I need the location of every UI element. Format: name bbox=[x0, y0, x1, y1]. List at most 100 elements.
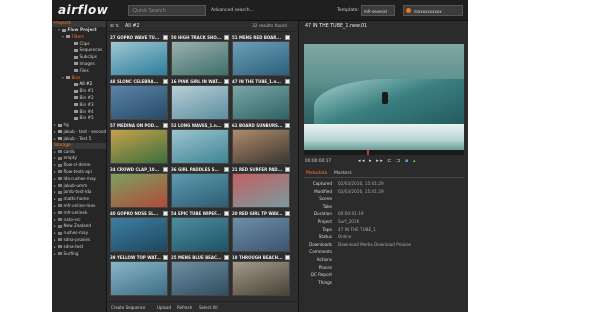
rewind-icon[interactable]: ◂◂ bbox=[358, 158, 366, 164]
clip-thumbnail[interactable] bbox=[110, 261, 168, 296]
clip-thumbnail[interactable] bbox=[110, 85, 168, 120]
storage-item[interactable]: ▸ mfr-onlinek bbox=[52, 210, 106, 217]
clip-thumbnail[interactable] bbox=[171, 261, 229, 296]
project-tree-item[interactable]: Subclips bbox=[52, 54, 106, 61]
clip-tile[interactable]: 36 GIRL PADDLES S... bbox=[171, 166, 230, 209]
clip-tile[interactable]: 27 GOPRO WAVE TU... bbox=[110, 34, 169, 77]
metadata-value[interactable]: Download Media Download Proxies bbox=[338, 242, 411, 248]
clip-thumbnail[interactable] bbox=[110, 217, 168, 252]
forward-icon[interactable]: ▸▸ bbox=[376, 158, 384, 164]
clip-tile[interactable]: 50 HIGH TRACK SHO... bbox=[171, 34, 230, 77]
clip-tile[interactable]: 57 MEDINA ON POD... bbox=[110, 122, 169, 165]
storage-item[interactable]: ▸ jamb-test-lda bbox=[52, 189, 106, 196]
clip-thumbnail[interactable] bbox=[171, 41, 229, 76]
project-tree-item[interactable]: All #2 bbox=[52, 81, 106, 88]
clip-checkbox[interactable] bbox=[285, 211, 290, 216]
project-tree-item[interactable]: Bin #2 bbox=[52, 95, 106, 102]
project-tree-item[interactable]: Bin #1 bbox=[52, 88, 106, 95]
clip-thumbnail[interactable] bbox=[171, 173, 229, 208]
storage-item[interactable]: ▸ jakub-umm bbox=[52, 183, 106, 190]
select-all-button[interactable]: Select All bbox=[199, 305, 218, 310]
storage-item[interactable]: ▸ flow-tests-api bbox=[52, 169, 106, 176]
clip-tile[interactable]: 16 PINK GIRL IN WAT... bbox=[171, 78, 230, 121]
clip-thumbnail[interactable] bbox=[171, 129, 229, 164]
tab-metadata[interactable]: Metadata bbox=[306, 171, 327, 176]
storage-item[interactable]: ▸ rushes-may bbox=[52, 230, 106, 237]
clip-checkbox[interactable] bbox=[163, 79, 168, 84]
clip-tile[interactable]: 48 SLONC CELEBRA... bbox=[110, 78, 169, 121]
mark-out-icon[interactable]: ⊐ bbox=[396, 158, 402, 164]
clip-checkbox[interactable] bbox=[163, 255, 168, 260]
project-tree-item[interactable]: Bin #5 bbox=[52, 115, 106, 122]
storage-item[interactable]: ▸ mfr-online-mov bbox=[52, 203, 106, 210]
clip-checkbox[interactable] bbox=[163, 167, 168, 172]
project-tree-item[interactable]: Bin #3 bbox=[52, 102, 106, 109]
storage-item[interactable]: ▸ lda-rushes-may bbox=[52, 176, 106, 183]
storage-item[interactable]: ▸ New Zealand bbox=[52, 223, 106, 230]
storage-item[interactable]: ▸ Surfing bbox=[52, 251, 106, 258]
quick-search-input[interactable]: Quick Search bbox=[128, 5, 206, 16]
clip-checkbox[interactable] bbox=[224, 255, 229, 260]
clip-checkbox[interactable] bbox=[224, 167, 229, 172]
project-tree-item[interactable]: Files bbox=[52, 68, 106, 75]
project-tree-item[interactable]: Clips bbox=[52, 41, 106, 48]
project-tree-item[interactable]: Images bbox=[52, 61, 106, 68]
storage-item[interactable]: ▸ sdna-proxies bbox=[52, 237, 106, 244]
clip-checkbox[interactable] bbox=[224, 35, 229, 40]
clip-tile[interactable]: 39 YELLOW TOP WAT... bbox=[110, 254, 169, 297]
project-tree-item[interactable]: Bin #4 bbox=[52, 109, 106, 116]
clip-checkbox[interactable] bbox=[163, 211, 168, 216]
mark-in-icon[interactable]: ⊏ bbox=[387, 158, 393, 164]
clip-checkbox[interactable] bbox=[285, 167, 290, 172]
clip-tile[interactable]: 52 LONG WAVES_1.n... bbox=[171, 122, 230, 165]
clip-thumbnail[interactable] bbox=[110, 129, 168, 164]
tab-markers[interactable]: Markers bbox=[334, 171, 352, 176]
clip-checkbox[interactable] bbox=[285, 123, 290, 128]
clip-checkbox[interactable] bbox=[285, 35, 290, 40]
clip-thumbnail[interactable] bbox=[232, 129, 290, 164]
clip-tile[interactable]: 51 MENS RED BOAR... bbox=[232, 34, 291, 77]
project-tree-item[interactable]: ▸ jakub - Test 5 bbox=[52, 136, 106, 143]
play-icon[interactable]: ▸ bbox=[369, 158, 373, 164]
project-tree-item[interactable]: ▾ Bins bbox=[52, 75, 106, 82]
video-preview[interactable] bbox=[304, 44, 464, 150]
clip-checkbox[interactable] bbox=[285, 255, 290, 260]
project-tree-item[interactable]: Sequences bbox=[52, 47, 106, 54]
clip-icon[interactable]: ▪ bbox=[405, 158, 410, 164]
clip-checkbox[interactable] bbox=[163, 35, 168, 40]
clip-thumbnail[interactable] bbox=[171, 85, 229, 120]
project-tree-item[interactable]: ▾ Filters bbox=[52, 34, 106, 41]
create-sequence-button[interactable]: Create Sequence bbox=[111, 305, 145, 310]
refresh-button[interactable]: Refresh bbox=[177, 305, 192, 310]
upload-button[interactable]: Upload bbox=[157, 305, 171, 310]
view-toggle-icon[interactable]: ⊞ ⇅ bbox=[110, 24, 119, 29]
template-select[interactable]: mfr-several bbox=[361, 5, 395, 16]
clip-tile[interactable]: 47 IN THE TUBE_1.n... bbox=[232, 78, 291, 121]
timeline-scrubber[interactable] bbox=[304, 150, 464, 155]
clip-tile[interactable]: 61 BOARD SUNBURS... bbox=[232, 122, 291, 165]
clip-tile[interactable]: 20 RED GIRL TP WAV... bbox=[232, 210, 291, 253]
storage-item[interactable]: ▸ sdna-test bbox=[52, 244, 106, 251]
clip-thumbnail[interactable] bbox=[232, 85, 290, 120]
clip-checkbox[interactable] bbox=[285, 79, 290, 84]
storage-item[interactable]: ▸ nato-src bbox=[52, 217, 106, 224]
add-marker-icon[interactable]: ▴ bbox=[413, 158, 417, 164]
clip-thumbnail[interactable] bbox=[232, 217, 290, 252]
clip-tile[interactable]: 34 CROWD CLAP_10... bbox=[110, 166, 169, 209]
project-tree-item[interactable]: ▸ hg bbox=[52, 122, 106, 129]
advanced-search-link[interactable]: Advanced search... bbox=[211, 8, 254, 13]
storage-item[interactable]: ▸ cards bbox=[52, 149, 106, 156]
storage-item[interactable]: ▸ matts-home bbox=[52, 196, 106, 203]
clip-checkbox[interactable] bbox=[224, 79, 229, 84]
app-logo[interactable]: airflow bbox=[58, 3, 108, 17]
clip-thumbnail[interactable] bbox=[171, 217, 229, 252]
playhead-marker[interactable] bbox=[367, 150, 370, 155]
clip-thumbnail[interactable] bbox=[232, 173, 290, 208]
clip-checkbox[interactable] bbox=[163, 123, 168, 128]
clip-checkbox[interactable] bbox=[224, 211, 229, 216]
clip-tile[interactable]: 40 GOPRO NOSE SL... bbox=[110, 210, 169, 253]
clip-thumbnail[interactable] bbox=[232, 41, 290, 76]
clip-thumbnail[interactable] bbox=[110, 173, 168, 208]
clip-thumbnail[interactable] bbox=[232, 261, 290, 296]
clip-thumbnail[interactable] bbox=[110, 41, 168, 76]
